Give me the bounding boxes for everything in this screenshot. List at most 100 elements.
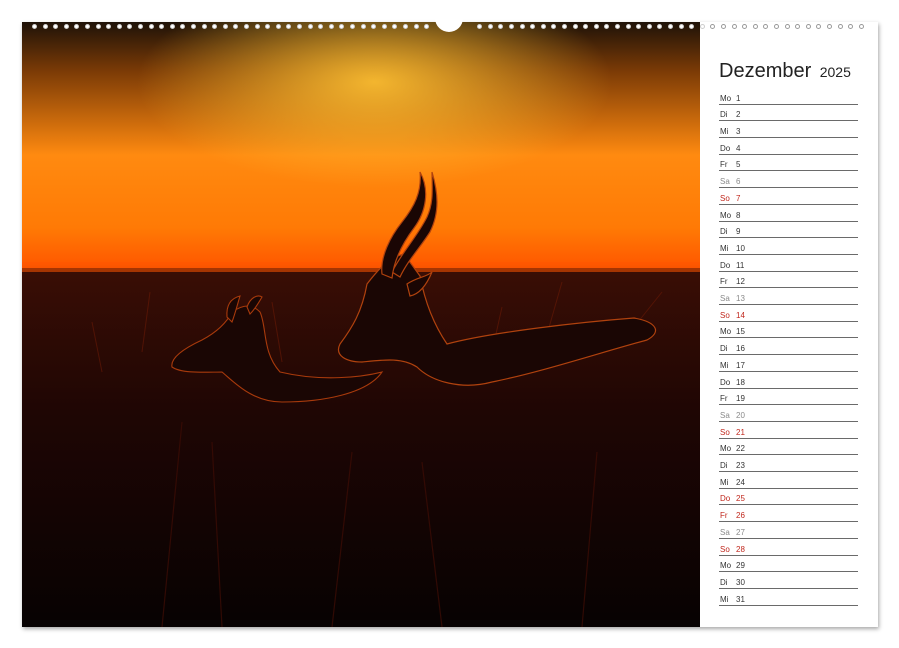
binding-ring [254,24,260,29]
day-row: Mo 29 [719,555,858,573]
binding-ring [32,24,37,29]
binding-ring [540,24,546,29]
weekday-label: So [720,544,730,554]
binding-ring [297,24,302,29]
day-number: 3 [736,127,741,137]
binding-ring [233,24,239,29]
day-number: 19 [736,394,745,404]
binding-ring [212,24,218,29]
day-number: 22 [736,444,745,454]
binding-ring [562,24,567,29]
weekday-label: Sa [720,410,730,420]
binding-ring [85,24,90,29]
binding-ring [148,24,154,29]
day-row: Di 16 [719,338,858,356]
day-row: Fr 5 [719,154,858,172]
binding-ring [106,24,112,29]
weekday-label: Do [720,377,731,387]
weekday-label: Di [720,461,728,471]
binding-ring [625,24,631,29]
day-number: 8 [736,210,741,220]
calendar-page: Dezember 2025 Mo 1 Di 2 Mi 3 Do 4 Fr 5 Sa 6 So 7 Mo 8 Di… [22,12,878,627]
binding-ring [286,24,292,29]
day-row: Mo 1 [719,87,858,105]
binding-ring [222,24,228,29]
binding-ring [689,24,695,29]
binding-ring [572,24,578,29]
binding-ring [275,24,281,29]
weekday-label: Mi [720,127,729,137]
binding-ring [530,24,536,29]
day-number: 4 [736,143,741,153]
binding-ring [169,24,175,29]
day-number: 5 [736,160,741,170]
binding-ring [265,24,271,29]
day-row: So 28 [719,538,858,556]
day-number: 6 [736,177,741,187]
day-row: Di 2 [719,104,858,122]
day-number: 15 [736,327,745,337]
binding-ring [498,24,504,29]
day-number: 10 [736,243,745,253]
day-number: 1 [736,93,741,103]
weekday-label: Mi [720,360,729,370]
antelope-silhouette-image [22,22,700,627]
day-number: 13 [736,294,745,304]
binding-ring [509,24,514,29]
day-row: Mo 8 [719,204,858,222]
day-row: Sa 27 [719,521,858,539]
binding-ring [74,24,80,29]
day-row: So 14 [719,304,858,322]
day-row: Mi 24 [719,471,858,489]
binding-ring [339,24,345,29]
binding-ring [63,24,69,29]
day-number: 23 [736,461,745,471]
day-row: Mi 3 [719,120,858,139]
weekday-label: Mo [720,444,732,454]
weekday-label: Mo [720,327,732,337]
weekday-label: So [720,310,730,320]
binding-ring [413,24,419,29]
day-number: 29 [736,561,745,571]
binding-ring [636,24,642,29]
day-number: 14 [736,310,745,320]
day-row: Sa 20 [719,404,858,422]
binding-ring [604,24,610,29]
day-row: Fr 19 [719,388,858,406]
binding-ring [191,24,196,29]
weekday-label: Do [720,260,731,270]
binding-ring [381,24,387,29]
day-number: 16 [736,344,745,354]
weekday-label: Di [720,227,728,237]
binding-ring [116,24,122,29]
weekday-label: Fr [720,277,728,287]
day-number: 31 [736,594,745,604]
day-row: Di 9 [719,221,858,239]
binding-ring [138,24,143,29]
weekday-label: Mi [720,594,729,604]
binding-ring [244,24,249,29]
day-row: Sa 13 [719,287,858,306]
day-number: 9 [736,227,741,237]
day-row: Do 11 [719,254,858,272]
day-row: Mi 31 [719,588,858,606]
binding-ring [519,24,525,29]
day-row: So 7 [719,187,858,205]
day-row: Mo 15 [719,321,858,339]
calendar-sidebar: Dezember 2025 Mo 1 Di 2 Mi 3 Do 4 Fr 5 Sa 6 So 7 Mo 8 Di… [700,22,878,627]
binding-ring [678,24,684,29]
binding-ring [328,24,334,29]
weekday-label: So [720,427,730,437]
weekday-label: Fr [720,511,728,521]
weekday-label: Di [720,344,728,354]
day-number: 28 [736,544,745,554]
day-number: 20 [736,410,745,420]
binding-ring [350,24,355,29]
day-row: Sa 6 [719,171,858,189]
binding-ring [551,24,557,29]
binding-ring [307,24,313,29]
binding-ring [318,24,324,29]
binding-ring [657,24,663,29]
binding-ring [477,24,483,29]
weekday-label: Fr [720,394,728,404]
